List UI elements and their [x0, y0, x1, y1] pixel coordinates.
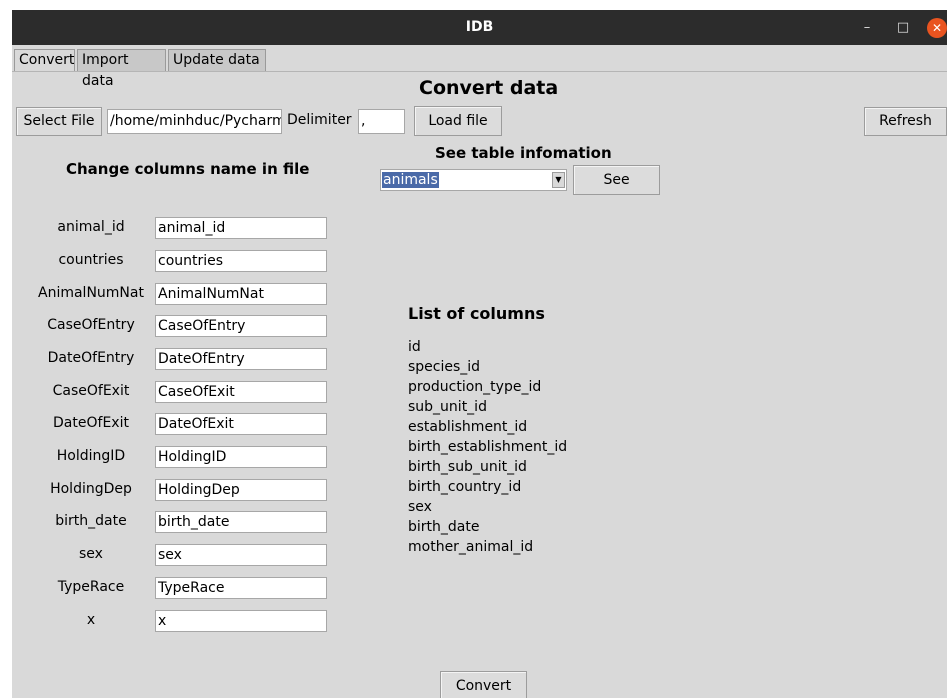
tab-import-data[interactable]: Import data — [77, 49, 166, 89]
column-name-input[interactable]: DateOfExit — [155, 413, 327, 435]
tab-convert[interactable]: Convert — [14, 49, 75, 72]
field-label: DateOfEntry — [47, 350, 135, 366]
list-item: id — [408, 339, 421, 355]
field-label: HoldingDep — [50, 481, 132, 497]
columns-heading: List of columns — [408, 304, 545, 323]
window-title: IDB — [465, 19, 494, 35]
title-bar: IDB – □ ✕ — [12, 10, 947, 45]
column-name-input[interactable]: x — [155, 610, 327, 632]
columns-list: id species_id production_type_id sub_uni… — [408, 337, 567, 557]
select-file-button[interactable]: Select File — [16, 107, 102, 136]
table-select[interactable]: animals ▼ — [380, 169, 567, 191]
field-label: x — [86, 612, 96, 628]
list-item: species_id — [408, 359, 481, 375]
list-item: birth_sub_unit_id — [408, 459, 527, 475]
list-item: sex — [408, 499, 432, 515]
list-item: birth_establishment_id — [408, 439, 568, 455]
page-title: Convert data — [419, 77, 559, 99]
field-label: CaseOfEntry — [47, 317, 135, 333]
rename-heading: Change columns name in file — [66, 160, 310, 178]
list-item: production_type_id — [408, 379, 542, 395]
field-label: TypeRace — [57, 579, 125, 595]
list-item: birth_date — [408, 519, 480, 535]
file-path-field[interactable]: /home/minhduc/Pycharm — [107, 109, 282, 134]
column-name-input[interactable]: birth_date — [155, 511, 327, 533]
app-window: IDB – □ ✕ Convert Import data Update dat… — [12, 10, 947, 698]
column-name-input[interactable]: CaseOfEntry — [155, 315, 327, 337]
tab-update-data[interactable]: Update data — [168, 49, 266, 71]
column-name-input[interactable]: DateOfEntry — [155, 348, 327, 370]
column-name-input[interactable]: TypeRace — [155, 577, 327, 599]
maximize-button[interactable]: □ — [893, 18, 913, 38]
refresh-button[interactable]: Refresh — [864, 107, 947, 136]
list-item: sub_unit_id — [408, 399, 487, 415]
column-name-input[interactable]: animal_id — [155, 217, 327, 239]
column-name-input[interactable]: sex — [155, 544, 327, 566]
field-label: birth_date — [55, 513, 127, 529]
field-label: AnimalNumNat — [38, 285, 144, 301]
field-label: DateOfExit — [53, 415, 129, 431]
column-name-input[interactable]: AnimalNumNat — [155, 283, 327, 305]
list-item: establishment_id — [408, 419, 528, 435]
delimiter-field[interactable]: , — [358, 109, 405, 134]
load-file-button[interactable]: Load file — [414, 106, 502, 136]
close-button[interactable]: ✕ — [927, 18, 947, 38]
column-name-input[interactable]: countries — [155, 250, 327, 272]
field-label: CaseOfExit — [52, 383, 130, 399]
minimize-button[interactable]: – — [857, 18, 877, 38]
tab-divider — [12, 71, 947, 72]
table-select-value: animals — [382, 172, 439, 188]
column-name-input[interactable]: HoldingDep — [155, 479, 327, 501]
column-name-input[interactable]: HoldingID — [155, 446, 327, 468]
chevron-down-icon[interactable]: ▼ — [552, 172, 565, 188]
convert-button[interactable]: Convert — [440, 671, 527, 698]
table-info-heading: See table infomation — [435, 144, 612, 162]
list-item: birth_country_id — [408, 479, 522, 495]
list-item: mother_animal_id — [408, 539, 534, 555]
column-name-input[interactable]: CaseOfExit — [155, 381, 327, 403]
field-label: animal_id — [57, 219, 125, 235]
field-label: sex — [79, 546, 103, 562]
field-label: HoldingID — [56, 448, 126, 464]
delimiter-label: Delimiter — [287, 112, 352, 128]
field-label: countries — [58, 252, 124, 268]
see-button[interactable]: See — [573, 165, 660, 195]
